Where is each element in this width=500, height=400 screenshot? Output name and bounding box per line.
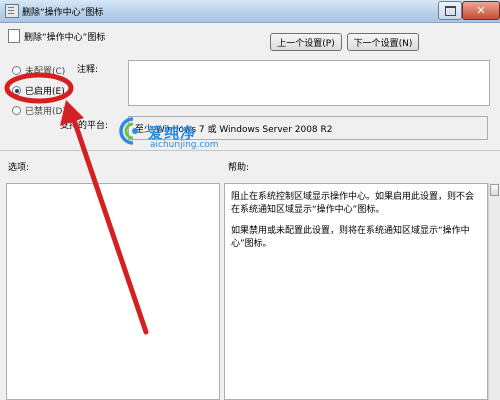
help-paragraph-2: 如果禁用或未配置此设置，则将在系统通知区域显示“操作中心”图标。 — [231, 226, 470, 249]
radio-disabled[interactable]: 已禁用(D) — [12, 104, 66, 117]
window-title: 删除“操作中心”图标 — [22, 8, 104, 18]
maximize-button[interactable] — [438, 1, 462, 20]
radio-disabled-circle[interactable] — [12, 106, 21, 115]
help-paragraph-1: 阻止在系统控制区域显示操作中心。如果启用此设置，则不会在系统通知区域显示“操作中… — [231, 192, 475, 215]
supported-platform-label: 支持的平台: — [60, 121, 109, 131]
options-panel — [6, 183, 220, 400]
close-button[interactable]: ✕ — [462, 1, 500, 20]
close-icon: ✕ — [476, 4, 486, 17]
options-section-label: 选项: — [8, 163, 30, 173]
watermark-logo-icon — [119, 117, 138, 145]
policy-window-icon — [5, 4, 19, 18]
radio-not-configured-circle[interactable] — [12, 66, 21, 75]
help-panel: 阻止在系统控制区域显示操作中心。如果启用此设置，则不会在系统通知区域显示“操作中… — [224, 183, 488, 400]
radio-enabled[interactable]: 已启用(E) — [12, 84, 65, 97]
help-section-label: 帮助: — [228, 163, 250, 173]
previous-setting-button[interactable]: 上一个设置(P) — [270, 33, 342, 51]
radio-enabled-label: 已启用(E) — [25, 87, 65, 97]
section-divider — [0, 150, 500, 151]
title-bar: 删除“操作中心”图标 ✕ — [0, 0, 500, 23]
scroll-up-arrow-icon[interactable] — [490, 184, 499, 196]
watermark-url-text: aichunjing.com — [150, 140, 219, 150]
radio-not-configured[interactable]: 未配置(C) — [12, 64, 65, 77]
radio-enabled-circle[interactable] — [12, 86, 21, 95]
policy-setting-icon — [8, 29, 20, 43]
maximize-icon — [444, 5, 456, 16]
policy-name: 删除“操作中心”图标 — [24, 33, 106, 43]
radio-not-configured-label: 未配置(C) — [25, 67, 66, 77]
radio-disabled-label: 已禁用(D) — [25, 107, 66, 117]
help-scrollbar[interactable] — [488, 183, 500, 400]
comment-textarea[interactable] — [128, 60, 490, 106]
comment-label: 注释: — [77, 65, 99, 75]
next-setting-button[interactable]: 下一个设置(N) — [347, 33, 419, 51]
